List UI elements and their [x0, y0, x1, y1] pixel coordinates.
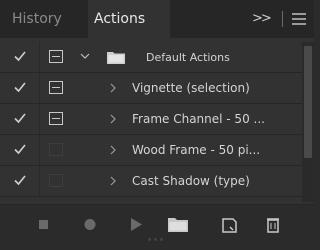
divider	[39, 73, 40, 104]
tab-actions[interactable]: Actions	[88, 0, 170, 38]
dialog-toggle-icon[interactable]	[49, 174, 63, 187]
action-label: Cast Shadow (type)	[132, 174, 250, 188]
checkmark-icon[interactable]	[14, 112, 26, 124]
scrollbar[interactable]	[302, 42, 314, 202]
action-label: Wood Frame - 50 pi...	[132, 143, 261, 157]
list-item[interactable]: Vignette (selection)	[0, 73, 302, 104]
checkmark-icon[interactable]	[14, 174, 26, 186]
dialog-toggle-icon[interactable]	[49, 81, 63, 94]
dialog-toggle-icon[interactable]	[49, 112, 63, 125]
list-item[interactable]: Cast Shadow (type)	[0, 166, 302, 197]
stop-icon	[39, 220, 48, 229]
chevron-right-icon[interactable]	[108, 113, 118, 125]
folder-icon	[168, 218, 188, 232]
chevron-right-icon[interactable]	[108, 82, 118, 94]
list-item[interactable]: Wood Frame - 50 pi...	[0, 135, 302, 166]
collapse-panel-icon[interactable]: >>	[252, 9, 272, 29]
dialog-toggle-icon[interactable]	[49, 143, 63, 156]
delete-button[interactable]	[259, 205, 287, 246]
stop-button[interactable]	[30, 205, 58, 246]
checkmark-icon[interactable]	[14, 50, 26, 62]
list-item[interactable]: Default Actions	[0, 42, 302, 73]
resize-grip[interactable]	[148, 238, 168, 242]
checkmark-icon[interactable]	[14, 81, 26, 93]
play-icon	[131, 218, 142, 231]
divider	[39, 135, 40, 166]
panel-tab-bar: History Actions >>	[0, 0, 314, 38]
action-set-label: Default Actions	[146, 51, 230, 64]
panel-menu-icon[interactable]	[292, 13, 306, 25]
actions-list: Default Actions Vignette (selection) Fra…	[0, 42, 302, 202]
tab-history[interactable]: History	[12, 0, 62, 38]
record-icon	[84, 219, 96, 230]
new-set-button[interactable]	[164, 205, 192, 246]
divider	[39, 42, 40, 73]
action-label: Frame Channel - 50 ...	[132, 112, 265, 126]
new-action-button[interactable]	[215, 205, 243, 246]
record-button[interactable]	[76, 205, 104, 246]
divider	[282, 11, 283, 27]
play-button[interactable]	[122, 205, 150, 246]
divider	[39, 104, 40, 135]
checkmark-icon[interactable]	[14, 143, 26, 155]
chevron-right-icon[interactable]	[108, 175, 118, 187]
divider	[39, 166, 40, 197]
new-action-icon	[222, 218, 237, 233]
chevron-right-icon[interactable]	[108, 144, 118, 156]
dialog-toggle-icon[interactable]	[49, 50, 63, 63]
trash-icon	[267, 218, 279, 233]
list-item[interactable]: Frame Channel - 50 ...	[0, 104, 302, 135]
folder-icon	[107, 52, 125, 64]
chevron-down-icon[interactable]	[80, 51, 90, 63]
panel-menu-area: >>	[252, 9, 306, 29]
action-label: Vignette (selection)	[132, 81, 250, 95]
actions-panel: History Actions >> Default Actions Vigne…	[0, 0, 314, 246]
scrollbar-thumb[interactable]	[304, 46, 312, 158]
